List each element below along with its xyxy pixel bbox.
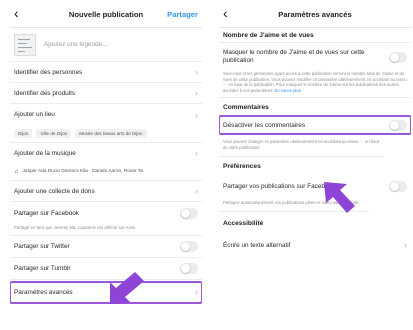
share-facebook-toggle[interactable] [180,208,198,219]
caption-input[interactable]: Ajoutez une légende... [44,41,108,48]
share-facebook-label: Partager sur Facebook [14,210,80,217]
new-post-screen: ‹ Nouvelle publication Partager Ajoutez … [10,0,202,330]
share-facebook-row: Partager vos publications sur Facebook [219,177,411,197]
tag-people-row[interactable]: Identifier des personnes › [10,62,202,83]
preferences-section: Préférences [219,157,411,177]
chevron-right-icon: › [195,67,198,77]
hide-likes-toggle[interactable] [389,51,407,63]
alt-text-row[interactable]: Écrire un texte alternatif › [219,234,411,256]
tag-products-row[interactable]: Identifier des produits › [10,83,202,104]
chevron-right-icon: › [195,109,198,120]
chevron-right-icon: › [195,88,198,98]
music-suggestion[interactable]: ♫ Jasper Ada Duciu Dantoro Kila · Danalo… [10,163,202,181]
advanced-settings-label: Paramètres avancés [14,288,73,296]
caption-row: Ajoutez une légende... [10,28,202,62]
add-music-label: Ajouter de la musique [14,149,76,157]
location-pill[interactable]: Ville de Dijon [36,129,72,138]
chevron-right-icon: › [404,240,407,251]
add-music-row[interactable]: Ajouter de la musique › [10,143,202,163]
add-fundraiser-row[interactable]: Ajouter une collecte de dons › [10,181,202,202]
share-tumblr-toggle[interactable] [180,263,198,274]
add-location-row[interactable]: Ajouter un lieu › [10,104,202,125]
new-post-navbar: ‹ Nouvelle publication Partager [10,0,202,28]
pointer-arrow-icon [110,272,144,304]
chevron-right-icon: › [195,287,198,297]
share-twitter-toggle[interactable] [180,241,198,252]
location-suggestions: Dijon Ville de Dijon Musée des beaux art… [10,125,202,143]
accessibility-section: Accessibilité [219,212,411,234]
comments-section-heading: Commentaires [223,103,269,111]
share-facebook-toggle[interactable] [389,181,407,193]
music-suggestion-text: Jasper Ada Duciu Dantoro Kila · Danalo A… [22,169,143,174]
disable-comments-label: Désactiver les commentaires [223,121,306,129]
alt-text-label: Écrire un texte alternatif [223,241,291,249]
share-twitter-label: Partager sur Twitter [14,243,70,250]
tag-people-label: Identifier des personnes [14,68,83,76]
learn-more-link[interactable]: En savoir plus [274,88,300,93]
location-pill[interactable]: Dijon [14,129,33,138]
disable-comments-row: Désactiver les commentaires [219,115,411,136]
facebook-share-block: Partager sur Facebook Partagé en tant qu… [10,202,202,236]
add-location-label: Ajouter un lieu [14,111,55,118]
location-pill[interactable]: Musée des beaux arts de Dijon [75,129,147,138]
add-fundraiser-label: Ajouter une collecte de dons [14,187,95,195]
pointer-arrow-icon [324,182,355,213]
likes-section: Nombre de J'aime et de vues [219,28,411,43]
post-thumbnail [14,33,36,56]
tag-products-label: Identifier des produits [14,89,76,97]
share-button[interactable]: Partager [167,10,198,19]
likes-section-heading: Nombre de J'aime et de vues [223,31,314,39]
facebook-share-note: Partagé en tant que Jeremy Ma. Lausterie… [14,225,136,230]
disable-comments-toggle[interactable] [389,119,407,131]
share-twitter-row: Partager sur Twitter [10,236,202,258]
hide-likes-label: Masquer le nombre de J'aime et de vues s… [223,49,365,64]
chevron-right-icon: › [195,148,198,158]
hide-likes-note: Seul vous et les personnes ayant accès à… [219,67,411,99]
hide-likes-row: Masquer le nombre de J'aime et de vues s… [219,43,411,67]
comments-section: Commentaires [219,98,411,116]
advanced-settings-screen: ‹ Paramètres avancés Nombre de J'aime et… [219,0,411,330]
chevron-right-icon: › [195,186,198,196]
advanced-navbar: ‹ Paramètres avancés [219,0,411,28]
share-tumblr-label: Partager sur Tumblr [14,265,71,272]
page-title: Paramètres avancés [278,10,352,19]
accessibility-section-heading: Accessibilité [223,219,264,227]
music-note-icon: ♫ [14,168,19,175]
disable-comments-note: Vous pouvez changer ce paramètre ultérie… [219,134,384,157]
hide-likes-note-text: Seul vous et les personnes ayant accès à… [223,71,407,93]
preferences-section-heading: Préférences [223,163,261,171]
